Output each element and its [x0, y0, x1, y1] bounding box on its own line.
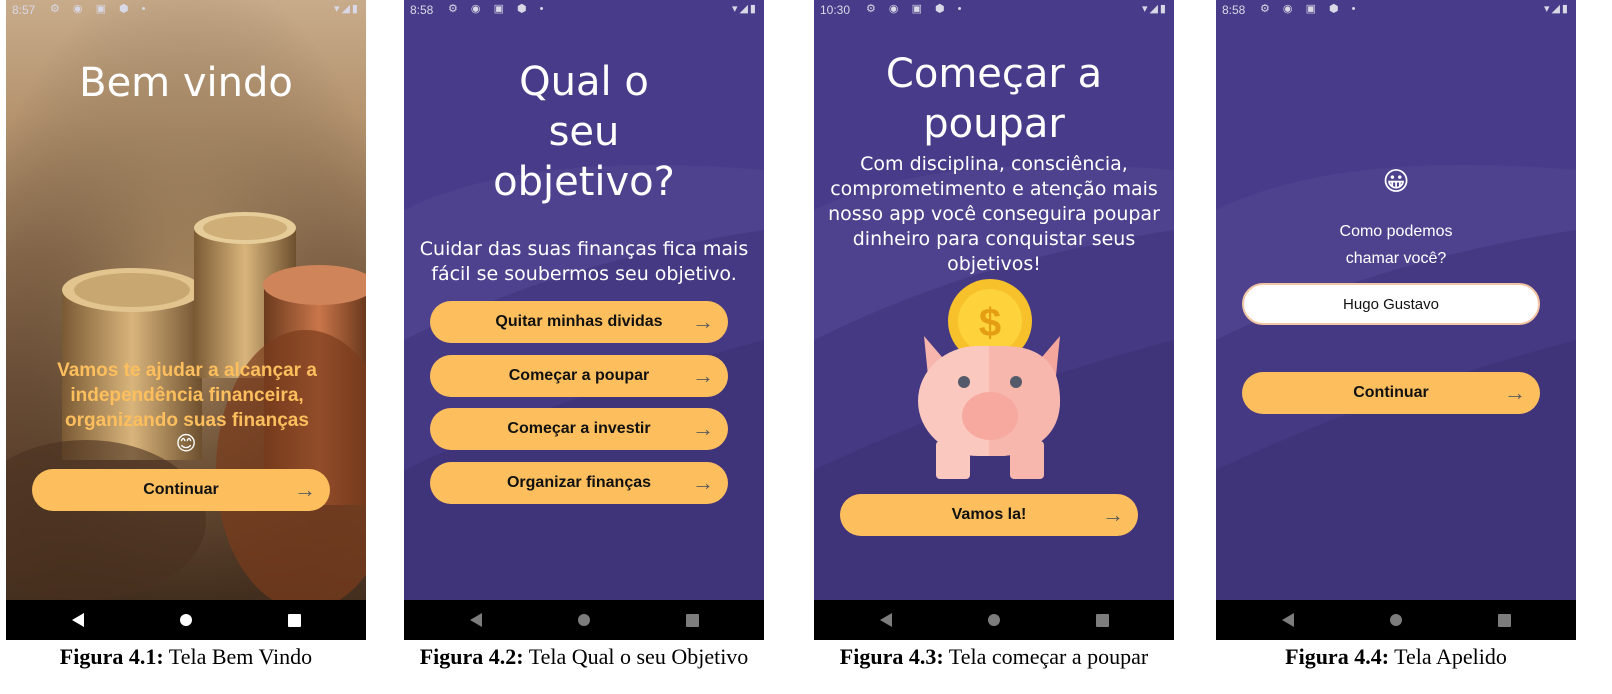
- arrow-right-icon: →: [1504, 380, 1526, 405]
- status-signal-icons: ▾◢▮: [1141, 3, 1168, 15]
- caption-text: Tela Qual o seu Objetivo: [528, 644, 749, 669]
- page-title: Bem vindo: [79, 60, 293, 106]
- option-organizar-financas-button[interactable]: Organizar finanças →: [430, 462, 728, 504]
- status-bar: 8:58 ⚙ ◉ ▣ ⬢ • ▾◢▮: [404, 0, 764, 20]
- page-title: Qual o seu objetivo?: [493, 59, 675, 205]
- figure-caption-3: Figura 4.3: Tela começar a poupar: [794, 644, 1194, 670]
- status-notification-icons: ⚙ ◉ ▣ ⬢ •: [50, 3, 151, 15]
- back-icon[interactable]: [72, 613, 84, 627]
- welcome-message: Vamos te ajudar a alcançar a independênc…: [57, 360, 317, 431]
- home-icon[interactable]: [180, 614, 192, 626]
- home-icon[interactable]: [1390, 614, 1402, 626]
- status-time: 10:30: [820, 3, 851, 17]
- status-bar: 8:57 ⚙ ◉ ▣ ⬢ • ▾◢▮: [6, 0, 366, 20]
- status-notification-icons: ⚙ ◉ ▣ ⬢ •: [866, 3, 967, 15]
- recents-icon[interactable]: [1096, 614, 1109, 627]
- status-bar: 8:58 ⚙ ◉ ▣ ⬢ • ▾◢▮: [1216, 0, 1576, 20]
- system-nav-bar: [6, 600, 366, 640]
- back-icon[interactable]: [880, 613, 892, 627]
- status-bar: 10:30 ⚙ ◉ ▣ ⬢ • ▾◢▮: [814, 0, 1174, 20]
- figure-caption-2: Figura 4.2: Tela Qual o seu Objetivo: [384, 644, 784, 670]
- caption-text: Tela Bem Vindo: [168, 644, 313, 669]
- figure-caption-4: Figura 4.4: Tela Apelido: [1206, 644, 1586, 670]
- home-icon[interactable]: [988, 614, 1000, 626]
- option-label: Quitar minhas dividas: [495, 313, 663, 330]
- phone-start-saving: 10:30 ⚙ ◉ ▣ ⬢ • ▾◢▮ Começar a poupar Com…: [814, 0, 1174, 640]
- status-signal-icons: ▾◢▮: [731, 3, 758, 15]
- system-nav-bar: [404, 600, 764, 640]
- recents-icon[interactable]: [1498, 614, 1511, 627]
- lets-go-button[interactable]: Vamos la! →: [840, 494, 1138, 536]
- continue-button-label: Continuar: [1353, 384, 1429, 401]
- status-notification-icons: ⚙ ◉ ▣ ⬢ •: [1260, 3, 1361, 15]
- status-time: 8:57: [12, 3, 36, 17]
- arrow-right-icon: →: [1102, 502, 1124, 527]
- caption-label: Figura 4.1:: [59, 644, 164, 669]
- option-label: Organizar finanças: [506, 474, 652, 491]
- smile-emoji: 😊: [175, 431, 197, 455]
- grin-emoji: 😀: [1382, 167, 1410, 197]
- page-title: Começar a poupar: [885, 51, 1103, 147]
- caption-label: Figura 4.4:: [1285, 644, 1390, 669]
- arrow-right-icon: →: [692, 416, 714, 441]
- option-comecar-investir-button[interactable]: Começar a investir →: [430, 408, 728, 450]
- caption-label: Figura 4.2:: [419, 644, 524, 669]
- piggy-bank-icon: $: [918, 279, 1060, 479]
- arrow-right-icon: →: [692, 470, 714, 495]
- status-time: 8:58: [410, 3, 434, 17]
- arrow-right-icon: →: [294, 477, 316, 502]
- status-notification-icons: ⚙ ◉ ▣ ⬢ •: [448, 3, 549, 15]
- option-quitar-dividas-button[interactable]: Quitar minhas dividas →: [430, 301, 728, 343]
- continue-button-label: Continuar: [143, 481, 219, 498]
- nickname-input[interactable]: [1242, 283, 1540, 325]
- option-label: Começar a poupar: [508, 367, 650, 384]
- lets-go-button-label: Vamos la!: [951, 506, 1027, 523]
- continue-button[interactable]: Continuar →: [1242, 372, 1540, 414]
- arrow-right-icon: →: [692, 309, 714, 334]
- coin-symbol: $: [979, 301, 1001, 345]
- system-nav-bar: [814, 600, 1174, 640]
- phone-welcome: 8:57 ⚙ ◉ ▣ ⬢ • ▾◢▮ Bem vindo Vamos te aj…: [6, 0, 366, 640]
- option-label: Começar a investir: [507, 420, 651, 437]
- caption-text: Tela Apelido: [1394, 644, 1507, 669]
- figure-caption-1: Figura 4.1: Tela Bem Vindo: [6, 644, 366, 670]
- objective-subtitle: Cuidar das suas finanças fica mais fácil…: [419, 238, 749, 285]
- nickname-question: Como podemos chamar você?: [1339, 223, 1453, 267]
- home-icon[interactable]: [578, 614, 590, 626]
- continue-button[interactable]: Continuar →: [32, 469, 330, 511]
- back-icon[interactable]: [1282, 613, 1294, 627]
- status-signal-icons: ▾◢▮: [1543, 3, 1570, 15]
- arrow-right-icon: →: [692, 363, 714, 388]
- option-comecar-poupar-button[interactable]: Começar a poupar →: [430, 355, 728, 397]
- phone-nickname: 8:58 ⚙ ◉ ▣ ⬢ • ▾◢▮ 😀 Como podemos chamar…: [1216, 0, 1576, 640]
- phone-objective: 8:58 ⚙ ◉ ▣ ⬢ • ▾◢▮ Qual o seu objetivo? …: [404, 0, 764, 640]
- recents-icon[interactable]: [686, 614, 699, 627]
- caption-text: Tela começar a poupar: [948, 644, 1149, 669]
- caption-label: Figura 4.3:: [839, 644, 944, 669]
- status-signal-icons: ▾◢▮: [333, 3, 360, 15]
- saving-message: Com disciplina, consciência, comprometim…: [828, 153, 1160, 275]
- system-nav-bar: [1216, 600, 1576, 640]
- recents-icon[interactable]: [288, 614, 301, 627]
- status-time: 8:58: [1222, 3, 1246, 17]
- back-icon[interactable]: [470, 613, 482, 627]
